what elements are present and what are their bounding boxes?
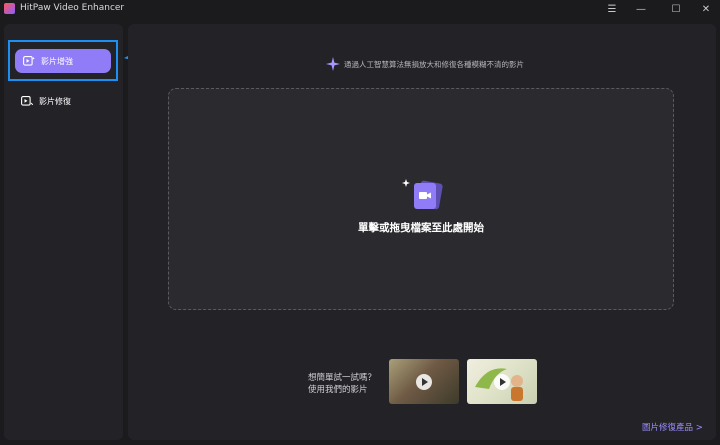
hint-text: 通過人工智慧算法無損放大和修復各種模糊不清的影片 [344,59,524,69]
sparkle-icon [326,57,340,71]
menu-button[interactable]: ☰ [598,0,626,18]
try-sample-text: 想簡單試一試嗎？ 使用我們的影片 [308,372,376,396]
title-bar: HitPaw Video Enhancer ☰ — ☐ ✕ [0,0,720,18]
file-dropzone[interactable]: 單擊或拖曳檔案至此處開始 [168,88,674,310]
play-icon [416,373,432,390]
sample-video-2[interactable] [467,359,537,404]
try-line-2: 使用我們的影片 [308,385,368,395]
play-icon [494,373,510,390]
sidebar-item-video-repair[interactable]: 影片修復 [13,89,109,113]
dropzone-label: 單擊或拖曳檔案至此處開始 [358,222,484,234]
close-button[interactable]: ✕ [692,0,720,18]
nav-highlight-box: 影片增強 [8,40,118,81]
video-repair-icon [21,96,33,106]
sidebar [4,24,123,440]
sidebar-item-label: 影片增強 [41,56,73,66]
app-logo [4,3,15,14]
add-video-file-icon [402,179,443,210]
hint-row: 通過人工智慧算法無損放大和修復各種模糊不清的影片 [326,57,524,71]
app-title: HitPaw Video Enhancer [20,3,125,13]
image-repair-product-link[interactable]: 圖片修復產品 > [642,421,703,433]
main-panel: 通過人工智慧算法無損放大和修復各種模糊不清的影片 單擊或拖曳檔案至此處開始 想簡… [128,24,716,440]
sidebar-item-label: 影片修復 [39,96,71,106]
sample-video-1[interactable] [389,359,459,404]
minimize-button[interactable]: — [627,0,655,18]
video-enhance-icon [23,56,35,66]
maximize-button[interactable]: ☐ [662,0,690,18]
sidebar-item-video-enhance[interactable]: 影片增強 [15,49,111,73]
try-line-1: 想簡單試一試嗎？ [308,373,377,383]
